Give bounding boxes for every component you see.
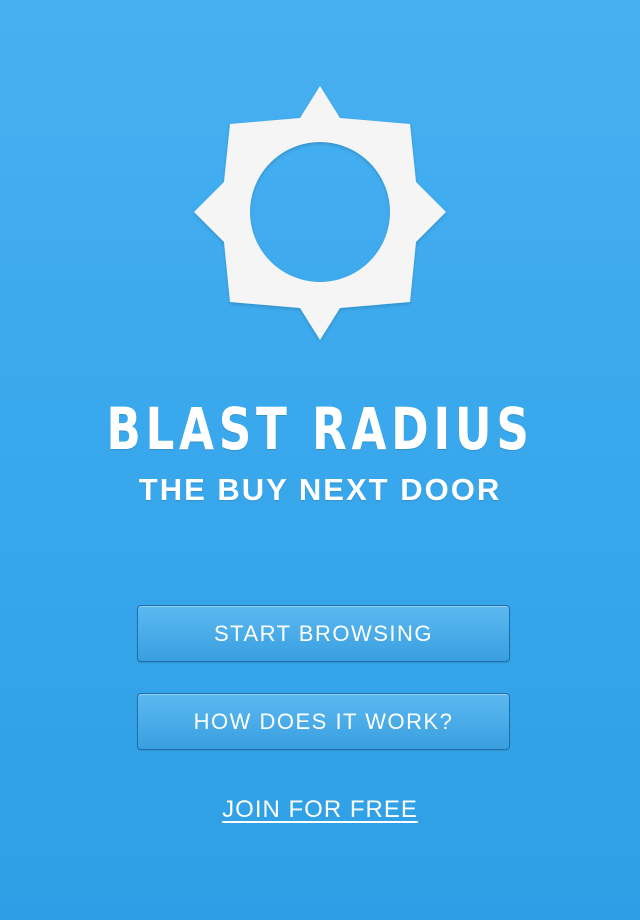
join-for-free-link[interactable]: JOIN FOR FREE bbox=[0, 795, 640, 825]
how-does-it-work-button[interactable]: HOW DOES IT WORK? bbox=[137, 693, 510, 750]
app-tagline: THE BUY NEXT DOOR bbox=[138, 472, 502, 507]
splash-screen: BLAST RADIUS THE BUY NEXT DOOR START BRO… bbox=[0, 0, 640, 920]
sun-icon bbox=[190, 84, 450, 344]
app-title: BLAST RADIUS bbox=[106, 395, 534, 463]
start-browsing-button[interactable]: START BROWSING bbox=[137, 605, 510, 662]
